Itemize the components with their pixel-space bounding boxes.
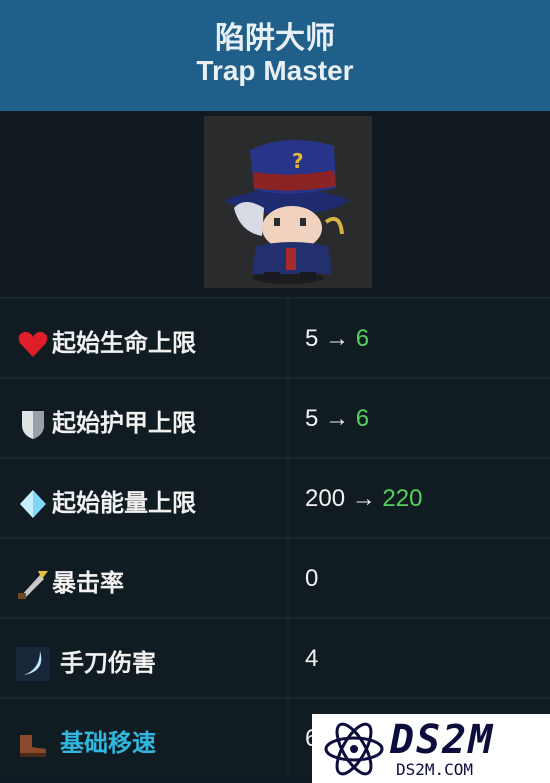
stat-row-hand-knife-damage: 手刀伤害 4	[0, 617, 550, 699]
shield-icon	[22, 411, 44, 439]
page-title-en: Trap Master	[196, 55, 354, 86]
svg-text:?: ?	[292, 149, 304, 173]
header: 陷阱大师 Trap Master	[0, 0, 550, 111]
stat-label: 起始生命上限	[52, 329, 196, 357]
stat-value: 5 → 6	[305, 325, 370, 352]
stat-value: 5 → 6	[305, 405, 370, 432]
stat-value: 0	[305, 565, 319, 592]
stat-label: 手刀伤害	[60, 649, 156, 677]
column-divider	[287, 699, 289, 779]
stat-value: 4	[305, 645, 319, 672]
watermark: DS2M DS2M.COM	[312, 714, 550, 783]
character-portrait: ?	[204, 116, 372, 288]
column-divider	[287, 459, 289, 539]
boot-icon	[20, 735, 46, 757]
watermark-brand: DS2M	[390, 717, 495, 763]
energy-crystal-icon	[20, 490, 46, 518]
stat-row-crit-rate: 暴击率 0	[0, 537, 550, 619]
page-title-cn: 陷阱大师	[215, 21, 335, 56]
stat-value: 200 → 220	[305, 485, 423, 512]
watermark-domain: DS2M.COM	[396, 760, 474, 779]
trap-master-portrait-icon: ?	[204, 116, 372, 288]
stat-label: 起始护甲上限	[52, 409, 196, 437]
stat-row-max-energy: 起始能量上限 200 → 220	[0, 457, 550, 539]
atom-logo-icon	[324, 722, 384, 776]
stat-label: 起始能量上限	[52, 489, 196, 517]
column-divider	[287, 299, 289, 379]
hand-knife-icon	[16, 647, 50, 681]
stat-label: 基础移速	[60, 729, 156, 757]
column-divider	[287, 619, 289, 699]
stat-row-max-armor: 起始护甲上限 5 → 6	[0, 377, 550, 459]
stat-row-max-hp: 起始生命上限 5 → 6	[0, 297, 550, 379]
crit-blade-icon	[18, 571, 48, 599]
column-divider	[287, 379, 289, 459]
column-divider	[287, 539, 289, 619]
heart-icon	[18, 331, 48, 357]
stat-label: 暴击率	[52, 569, 124, 597]
